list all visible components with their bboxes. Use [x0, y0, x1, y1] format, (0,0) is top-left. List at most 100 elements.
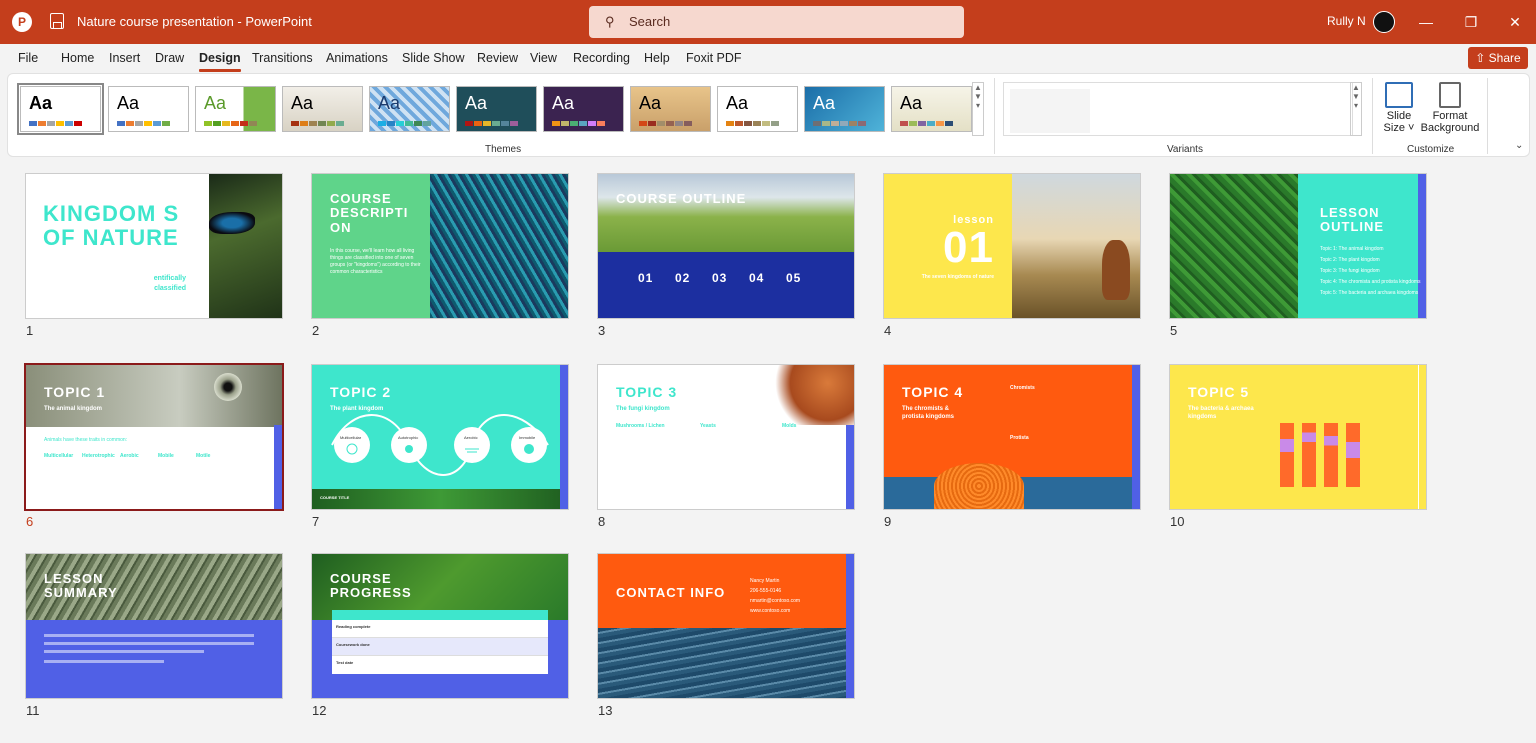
theme-savon[interactable]: Aa	[891, 86, 972, 132]
theme-mesh[interactable]: Aa	[804, 86, 885, 132]
feather-image	[430, 174, 568, 318]
share-label: Share	[1488, 51, 1521, 65]
themes-scroll[interactable]: ▲ ▼ ▾	[972, 82, 984, 136]
slide-number-12: 12	[312, 703, 327, 718]
search-placeholder: Search	[629, 14, 671, 29]
chevron-down-icon[interactable]: ⌄	[1515, 140, 1523, 151]
slide-11-title: LESSON SUMMARY	[44, 571, 118, 601]
minimize-icon[interactable]: —	[1414, 10, 1438, 34]
format-background-button[interactable]: Format Background	[1420, 82, 1480, 134]
coral-image	[884, 463, 1132, 509]
tab-slide-show[interactable]: Slide Show	[402, 51, 465, 65]
theme-gingham[interactable]: Aa	[369, 86, 450, 132]
slide-thumbnail-2[interactable]: COURSE DESCRIPTI ON In this course, we'l…	[312, 174, 568, 318]
slide-6-intro: Animals have these traits in common:	[44, 437, 128, 443]
slide-7-circle-3: Aerobic	[464, 435, 478, 440]
tab-view[interactable]: View	[530, 51, 557, 65]
slide-thumbnail-4[interactable]: lesson 01 The seven kingdoms of nature	[884, 174, 1140, 318]
tab-review[interactable]: Review	[477, 51, 518, 65]
slide-12-row-3: Test date	[336, 660, 354, 665]
slide-3-title: COURSE OUTLINE	[616, 191, 747, 206]
slide-5-item-1: Topic 1: The animal kingdom	[1320, 246, 1384, 252]
tab-help[interactable]: Help	[644, 51, 670, 65]
theme-glyph: Aa	[639, 93, 662, 113]
tab-insert[interactable]: Insert	[109, 51, 140, 65]
variants-scroll[interactable]: ▲ ▼ ▾	[1350, 82, 1362, 136]
slide-4-subtitle: The seven kingdoms of nature	[921, 274, 994, 280]
theme-glyph: Aa	[291, 93, 314, 113]
theme-office[interactable]: Aa	[17, 83, 104, 135]
slide-9-subtitle: The chromists & protista kingdoms	[902, 406, 955, 421]
theme-glyph: Aa	[378, 93, 401, 113]
slide-thumbnail-7[interactable]: TOPIC 2 The plant kingdom Multicellular …	[312, 365, 568, 509]
theme-ion-boardroom[interactable]: Aa	[456, 86, 537, 132]
slide-thumbnail-13[interactable]: CONTACT INFO Nancy Martin 206-555-0146 n…	[598, 554, 854, 698]
theme-berlin[interactable]: Aa	[543, 86, 624, 132]
slide-8-col-1: Mushrooms / Lichen	[616, 423, 665, 429]
window-title: Nature course presentation - PowerPoint	[77, 14, 312, 29]
slide-number-6: 6	[26, 514, 34, 529]
chart-bar	[1346, 423, 1360, 487]
sheep-field-image	[598, 174, 854, 252]
slide-thumbnail-6[interactable]: TOPIC 1 The animal kingdom Animals have …	[26, 365, 282, 509]
slide-3-item-2: 02	[675, 271, 691, 285]
slide-size-button[interactable]: Slide Size ˅	[1381, 82, 1417, 134]
search-box[interactable]: ⚲ Search	[589, 6, 964, 38]
slide-thumbnail-8[interactable]: TOPIC 3 The fungi kingdom Mushrooms / Li…	[598, 365, 854, 509]
slide-13-title: CONTACT INFO	[616, 585, 726, 600]
theme-glyph: Aa	[900, 93, 923, 113]
close-icon[interactable]: ✕	[1503, 10, 1527, 34]
tab-draw[interactable]: Draw	[155, 51, 184, 65]
slide-12-row-1: Reading complete	[336, 624, 371, 629]
slide-thumbnail-5[interactable]: LESSON OUTLINE Topic 1: The animal kingd…	[1170, 174, 1426, 318]
avatar[interactable]	[1373, 11, 1395, 33]
slide-7-footer: COURSE TITLE	[320, 495, 350, 500]
theme-office-2[interactable]: Aa	[108, 86, 189, 132]
slide-number-11: 11	[26, 703, 40, 718]
slide-5-title: LESSON OUTLINE	[1320, 205, 1385, 235]
title-bar: P Nature course presentation - PowerPoin…	[0, 0, 1536, 44]
slide-7-circle-4: Immobile	[519, 435, 536, 440]
slide-thumbnail-12[interactable]: COURSE PROGRESS Reading complete Coursew…	[312, 554, 568, 698]
format-background-icon	[1439, 82, 1461, 108]
slide-thumbnail-10[interactable]: TOPIC 5 The bacteria & archaea kingdoms	[1170, 365, 1426, 509]
slide-number-4: 4	[884, 323, 892, 338]
share-button[interactable]: ⇧ Share	[1468, 47, 1528, 69]
slide-number-13: 13	[598, 703, 613, 718]
slide-1-subtitle: entifically classified	[153, 275, 186, 292]
slide-3-item-3: 03	[712, 271, 728, 285]
theme-wood-type[interactable]: Aa	[630, 86, 711, 132]
slide-thumbnail-9[interactable]: TOPIC 4 The chromists & protista kingdom…	[884, 365, 1140, 509]
tab-transitions[interactable]: Transitions	[252, 51, 313, 65]
user-name[interactable]: Rully N	[1327, 14, 1366, 28]
slide-number-9: 9	[884, 514, 892, 529]
slide-13-line-3: nmartin@contoso.com	[750, 598, 801, 604]
slide-4-number: 01	[943, 223, 994, 272]
slide-thumbnail-1[interactable]: KINGDOM S OF NATURE entifically classifi…	[26, 174, 282, 318]
butterfly-image	[209, 174, 282, 318]
restore-icon[interactable]: ❐	[1459, 10, 1483, 34]
save-icon[interactable]	[50, 13, 64, 29]
variants-gallery[interactable]	[1003, 82, 1353, 136]
theme-glyph: Aa	[465, 93, 488, 113]
theme-glyph: Aa	[726, 93, 749, 113]
theme-retrospect[interactable]: Aa	[717, 86, 798, 132]
tab-home[interactable]: Home	[61, 51, 94, 65]
tab-recording[interactable]: Recording	[573, 51, 630, 65]
slide-thumbnail-11[interactable]: LESSON SUMMARY	[26, 554, 282, 698]
slide-5-item-3: Topic 3: The fungi kingdom	[1320, 268, 1380, 274]
chart-bar	[1324, 423, 1338, 487]
customize-group-label: Customize	[1407, 144, 1455, 155]
tab-foxit-pdf[interactable]: Foxit PDF	[686, 51, 742, 65]
chart-bar	[1302, 423, 1316, 487]
slide-8-subtitle: The fungi kingdom	[616, 406, 670, 412]
tab-file[interactable]: File	[18, 51, 38, 65]
theme-facet[interactable]: Aa	[195, 86, 276, 132]
theme-glyph: Aa	[29, 93, 53, 113]
theme-ion[interactable]: Aa	[282, 86, 363, 132]
theme-glyph: Aa	[552, 93, 575, 113]
tab-design[interactable]: Design	[199, 51, 241, 72]
slide-thumbnail-3[interactable]: COURSE OUTLINE 01 02 03 04 05	[598, 174, 854, 318]
tab-animations[interactable]: Animations	[326, 51, 388, 65]
slide-2-title: COURSE DESCRIPTI ON	[330, 191, 409, 235]
